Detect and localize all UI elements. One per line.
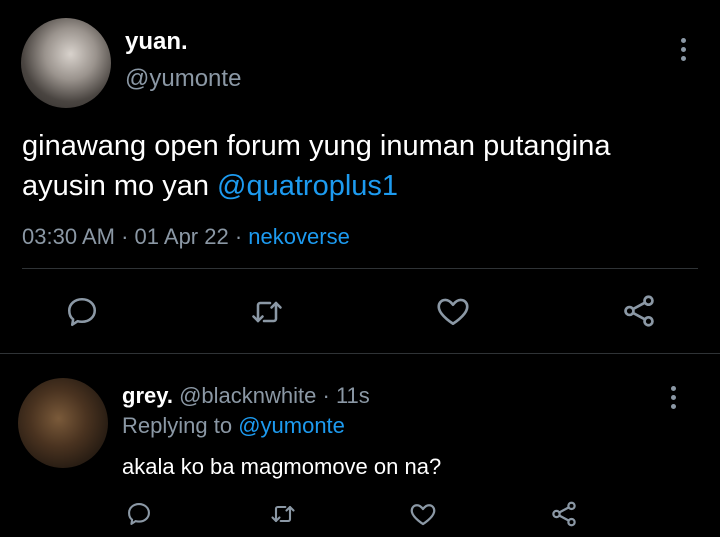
meta-separator: ·	[121, 224, 129, 249]
mention-link[interactable]: @quatroplus1	[217, 170, 398, 202]
heart-icon[interactable]	[434, 292, 472, 330]
handle[interactable]: @yumonte	[125, 65, 241, 93]
avatar-grey[interactable]	[18, 378, 108, 468]
divider	[22, 268, 698, 269]
tweet-date: 01 Apr 22	[134, 224, 229, 249]
share-icon[interactable]	[549, 499, 579, 529]
replying-to-link[interactable]: @yumonte	[238, 413, 345, 438]
section-divider	[0, 353, 720, 354]
tweet-text-line2: ayusin mo yan @quatroplus1	[22, 166, 712, 206]
more-vertical-icon[interactable]	[670, 386, 676, 409]
more-vertical-icon[interactable]	[680, 38, 686, 61]
reply-icon[interactable]	[125, 500, 153, 528]
reply-time: 11s	[335, 383, 370, 408]
reply-handle[interactable]: @blacknwhite	[179, 383, 316, 408]
tweet-time: 03:30 AM	[22, 224, 115, 249]
client-link[interactable]: nekoverse	[248, 224, 350, 249]
tweet-meta: 03:30 AM · 01 Apr 22 · nekoverse	[22, 224, 350, 250]
reply-header: grey. @blacknwhite · 11s	[122, 383, 370, 409]
heart-icon[interactable]	[408, 499, 438, 529]
share-icon[interactable]	[620, 292, 658, 330]
display-name[interactable]: yuan.	[125, 28, 188, 56]
retweet-icon[interactable]	[268, 500, 298, 528]
tweet-text: ginawang open forum yung inuman putangin…	[22, 126, 712, 206]
tweet-text-line2-prefix: ayusin mo yan	[22, 170, 218, 202]
reply-separator: ·	[322, 383, 330, 408]
avatar-yuan[interactable]	[21, 18, 111, 108]
reply-display-name[interactable]: grey.	[122, 383, 173, 408]
meta-separator: ·	[234, 224, 243, 249]
replying-to: Replying to @yumonte	[122, 413, 345, 439]
reply-icon[interactable]	[64, 294, 100, 330]
retweet-icon[interactable]	[248, 294, 286, 330]
replying-to-prefix: Replying to	[122, 413, 239, 438]
reply-text: akala ko ba magmomove on na?	[122, 454, 442, 479]
tweet-text-line1: ginawang open forum yung inuman putangin…	[22, 130, 611, 162]
